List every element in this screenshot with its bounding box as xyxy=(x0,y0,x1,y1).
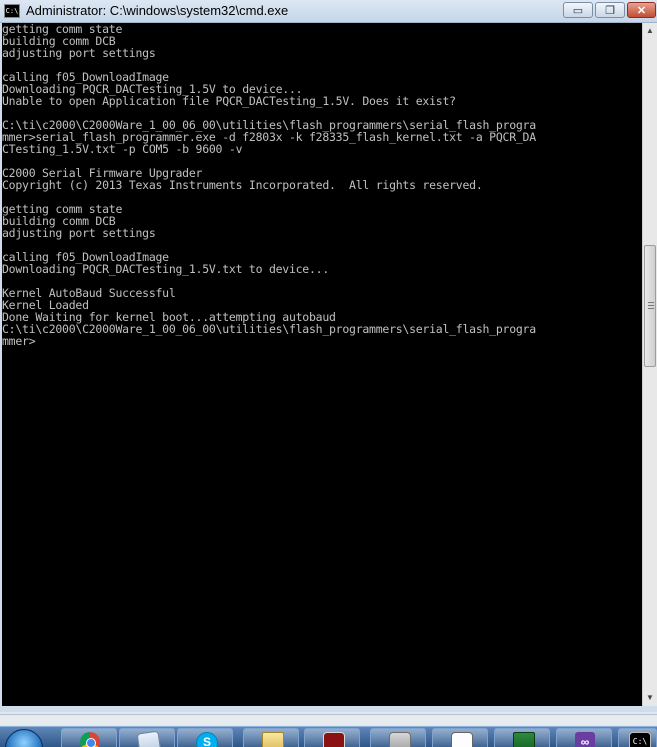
cmd-app-icon[interactable]: C:\ xyxy=(4,4,20,18)
taskbar-paint[interactable] xyxy=(432,728,488,747)
chrome-icon xyxy=(80,732,100,747)
skype-icon: S xyxy=(196,732,218,747)
taskbar-virtualbox[interactable] xyxy=(370,728,426,747)
taskbar-skype[interactable]: S xyxy=(177,728,233,747)
grip-line xyxy=(648,308,654,309)
console-output[interactable]: getting comm state building comm DCB adjus… xyxy=(2,23,642,706)
console-line: mmer> xyxy=(2,334,36,348)
console-line: CTesting_1.5V.txt -p COM5 -b 9600 -v xyxy=(2,142,243,156)
minimize-button[interactable]: ▭ xyxy=(563,2,593,18)
document-icon xyxy=(136,730,162,747)
scroll-down-arrow-icon[interactable]: ▼ xyxy=(643,690,657,706)
box-icon xyxy=(389,732,411,747)
console-text: getting comm state building comm DCB adjus… xyxy=(2,23,536,347)
vertical-scrollbar[interactable]: ▲ ▼ xyxy=(642,23,657,706)
grip-line xyxy=(648,302,654,303)
taskbar: S ∞ C:\ xyxy=(0,726,657,747)
taskbar-explorer[interactable] xyxy=(243,728,299,747)
console-line: Downloading PQCR_DACTesting_1.5V.txt to … xyxy=(2,262,330,276)
red-app-icon xyxy=(323,732,345,747)
visual-studio-icon: ∞ xyxy=(575,732,595,747)
close-button[interactable]: ✕ xyxy=(627,2,656,18)
console-line: adjusting port settings xyxy=(2,46,156,60)
taskbar-chrome[interactable] xyxy=(61,728,117,747)
console-line: Unable to open Application file PQCR_DAC… xyxy=(2,94,456,108)
window-title: Administrator: C:\windows\system32\cmd.e… xyxy=(26,3,289,18)
console-line: adjusting port settings xyxy=(2,226,156,240)
taskbar-cmd[interactable]: C:\ xyxy=(618,728,657,747)
scroll-up-arrow-icon[interactable]: ▲ xyxy=(643,23,657,39)
taskbar-visual-studio[interactable]: ∞ xyxy=(556,728,612,747)
cmd-window: C:\ Administrator: C:\windows\system32\c… xyxy=(0,0,657,712)
taskbar-app-red[interactable] xyxy=(304,728,360,747)
paint-icon xyxy=(451,732,473,747)
taskbar-documents[interactable] xyxy=(119,728,175,747)
horizontal-scrollbar[interactable] xyxy=(0,714,657,725)
folder-icon xyxy=(262,732,284,747)
title-bar[interactable]: C:\ Administrator: C:\windows\system32\c… xyxy=(0,0,657,23)
cmd-icon: C:\ xyxy=(629,732,651,747)
scroll-thumb[interactable] xyxy=(644,245,656,367)
start-button[interactable] xyxy=(5,729,43,747)
maximize-button[interactable]: ❐ xyxy=(595,2,625,18)
console-line: Copyright (c) 2013 Texas Instruments Inc… xyxy=(2,178,483,192)
grip-line xyxy=(648,305,654,306)
taskbar-board-app[interactable] xyxy=(494,728,550,747)
console-line: C:\ti\c2000\C2000Ware_1_00_06_00\utiliti… xyxy=(2,322,536,336)
circuit-board-icon xyxy=(513,732,535,747)
